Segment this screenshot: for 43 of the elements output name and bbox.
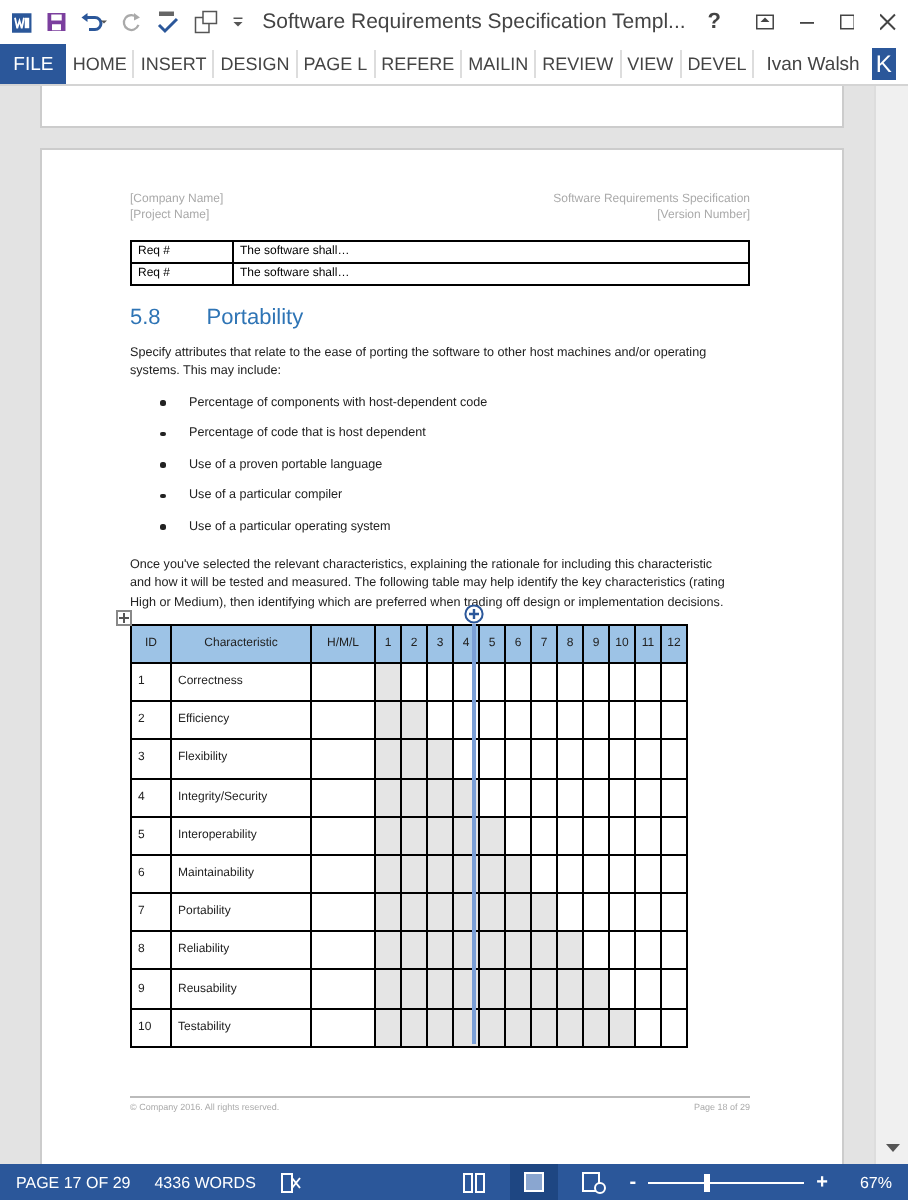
maximize-icon[interactable] bbox=[840, 12, 855, 32]
bullet-icon bbox=[160, 400, 165, 406]
save-icon[interactable] bbox=[45, 8, 67, 36]
undo-icon[interactable] bbox=[80, 8, 108, 36]
bullet-icon bbox=[160, 524, 165, 530]
section-number: 5.8 bbox=[130, 306, 161, 330]
page-count[interactable]: PAGE 17 OF 29 bbox=[16, 1173, 131, 1191]
ribbon-tab[interactable]: REFERE bbox=[375, 50, 463, 78]
bullet-icon bbox=[160, 493, 165, 499]
spelling-check-icon[interactable] bbox=[156, 6, 181, 38]
word-logo-icon bbox=[12, 9, 32, 35]
ribbon-tab[interactable]: HOME bbox=[66, 50, 135, 78]
table-move-handle-icon[interactable] bbox=[116, 609, 132, 626]
file-tab[interactable]: FILE bbox=[0, 44, 67, 84]
ribbon-tab[interactable]: INSERT bbox=[134, 50, 215, 78]
close-icon[interactable] bbox=[880, 12, 896, 32]
vertical-scrollbar[interactable] bbox=[874, 86, 908, 1164]
window-title: Software Requirements Specification Templ... bbox=[262, 10, 686, 34]
zoom-out-button[interactable]: - bbox=[629, 1171, 637, 1193]
zoom-level[interactable]: 67% bbox=[859, 1173, 892, 1191]
help-button[interactable]: ? bbox=[699, 10, 730, 34]
ribbon-tab[interactable]: PAGE L bbox=[297, 50, 376, 78]
user-menu[interactable]: Ivan Walsh bbox=[754, 44, 872, 84]
ribbon-tab[interactable]: VIEW bbox=[621, 50, 682, 78]
proofing-book-icon[interactable] bbox=[279, 1171, 302, 1193]
ribbon-tab[interactable]: DEVEL bbox=[681, 50, 755, 78]
zoom-in-button[interactable]: + bbox=[816, 1171, 828, 1193]
window-icon[interactable] bbox=[194, 6, 219, 38]
customize-toolbar-icon[interactable] bbox=[232, 12, 245, 32]
section-heading: Portability bbox=[206, 306, 304, 330]
bullet-icon bbox=[160, 431, 165, 437]
read-mode-icon[interactable] bbox=[461, 1171, 486, 1193]
print-layout-button[interactable] bbox=[509, 1164, 558, 1200]
bullet-icon bbox=[160, 462, 165, 468]
ribbon-tab[interactable]: REVIEW bbox=[536, 50, 622, 78]
ribbon-tab[interactable]: MAILIN bbox=[462, 50, 537, 78]
page-icon bbox=[523, 1172, 544, 1192]
scroll-down-icon[interactable] bbox=[885, 1144, 899, 1152]
ribbon-display-icon[interactable] bbox=[755, 12, 774, 32]
word-count[interactable]: 4336 WORDS bbox=[154, 1173, 256, 1191]
user-avatar[interactable]: K bbox=[871, 48, 896, 80]
web-layout-icon[interactable] bbox=[581, 1171, 606, 1193]
ribbon-tab[interactable]: DESIGN bbox=[214, 50, 298, 78]
